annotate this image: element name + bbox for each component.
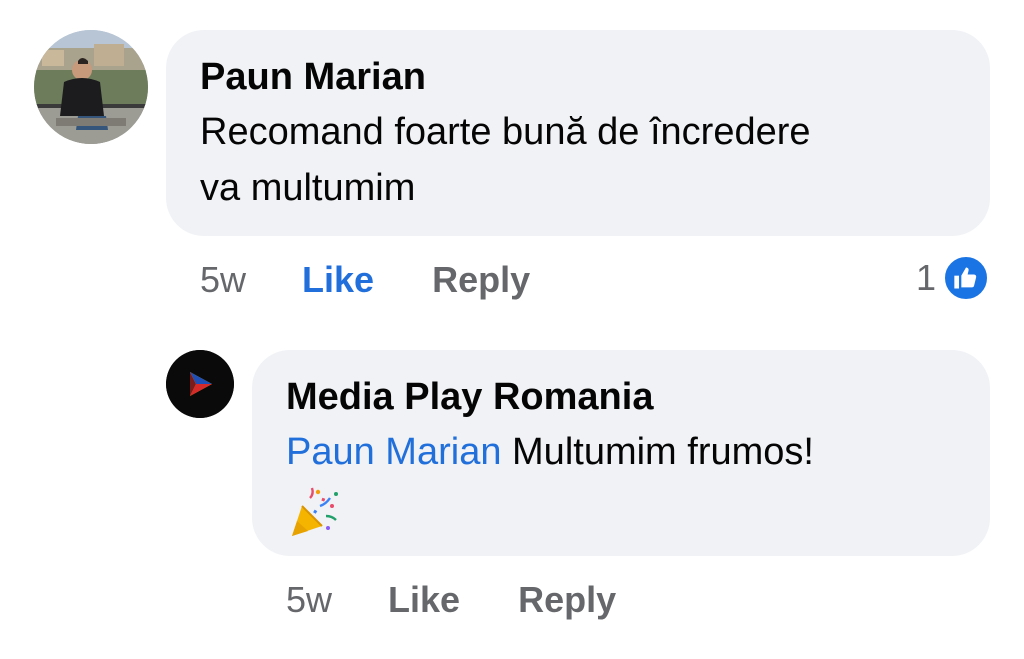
comment-actions: 5w Like Reply (200, 258, 588, 302)
like-button[interactable]: Like (302, 259, 374, 301)
mention-link[interactable]: Paun Marian (286, 431, 501, 473)
comment-text-line: va multumim (200, 167, 416, 209)
profile-photo (34, 30, 148, 144)
reply-button[interactable]: Reply (518, 579, 616, 621)
avatar[interactable] (34, 30, 148, 144)
like-button[interactable]: Like (388, 579, 460, 621)
reaction-count: 1 (915, 257, 936, 298)
party-popper-icon (286, 484, 342, 540)
reply-actions: 5w Like Reply (286, 578, 674, 622)
comment-timestamp[interactable]: 5w (200, 259, 246, 301)
reply-text: Paun Marian Multumim frumos! (286, 424, 956, 540)
reply-button[interactable]: Reply (432, 259, 530, 301)
comment-thread: Paun Marian Recomand foarte bună de încr… (0, 0, 1024, 659)
thumbs-up-icon (942, 254, 990, 302)
comment-bubble: Paun Marian Recomand foarte bună de încr… (166, 30, 990, 236)
reply-bubble: Media Play Romania Paun Marian Multumim … (252, 350, 990, 556)
reply-author[interactable]: Media Play Romania (286, 374, 956, 420)
reaction-summary[interactable]: 1 (916, 253, 990, 303)
comment-text-line: Recomand foarte bună de încredere (200, 111, 811, 153)
page-avatar[interactable] (166, 350, 234, 418)
comment-text: Recomand foarte bună de încredere va mul… (200, 104, 956, 216)
media-play-logo (166, 350, 234, 418)
comment-author[interactable]: Paun Marian (200, 54, 956, 100)
reply-timestamp[interactable]: 5w (286, 579, 332, 621)
reply-message: Multumim frumos! (512, 431, 814, 473)
